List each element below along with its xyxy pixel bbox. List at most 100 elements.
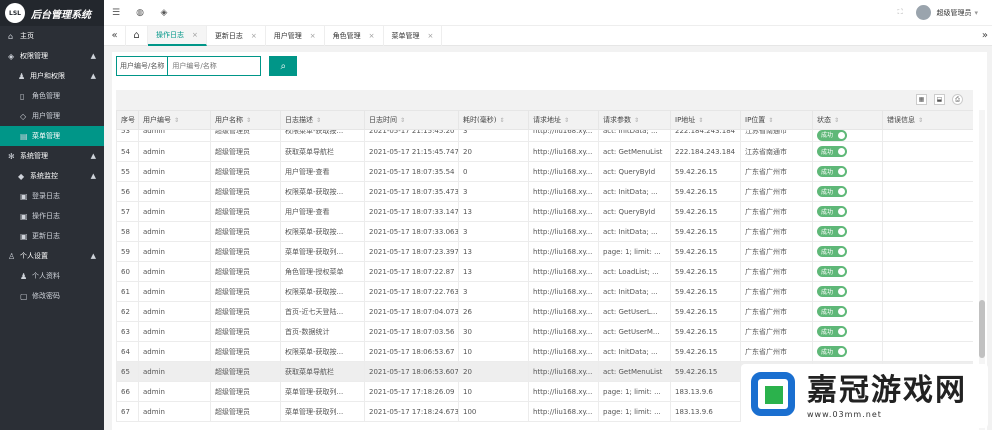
close-icon[interactable]: × (310, 32, 316, 40)
table-cell: act: LoadList; ... (598, 261, 671, 282)
tab-operation-log[interactable]: 操作日志 × (148, 25, 207, 46)
scroll-left-icon[interactable]: « (104, 25, 126, 46)
column-header[interactable]: 序号 (116, 110, 139, 130)
status-toggle[interactable]: 成功 (817, 286, 847, 297)
home-tab-icon[interactable]: ⌂ (126, 25, 148, 46)
table-row[interactable]: 63 admin 超级管理员 首页-数据统计 2021-05-17 18:07:03.5… (116, 321, 973, 342)
column-header[interactable]: 日志时间 ⇕ (364, 110, 459, 130)
column-header[interactable]: IP位置 ⇕ (740, 110, 813, 130)
scrollbar-thumb[interactable] (979, 300, 985, 358)
column-header[interactable]: 请求参数 ⇕ (598, 110, 671, 130)
sidebar-item-login-log[interactable]: ▣ 登录日志 (0, 186, 104, 206)
sort-icon[interactable]: ⇕ (499, 117, 504, 124)
cell-value: 59.42.26.15 (675, 227, 718, 236)
sidebar-item-label: 修改密码 (32, 292, 60, 300)
sort-icon[interactable]: ⇕ (174, 117, 179, 124)
sort-icon[interactable]: ⇕ (634, 117, 639, 124)
tab-menu-management[interactable]: 菜单管理 × (384, 25, 443, 46)
column-header-label: 错误信息 (887, 116, 915, 124)
table-row[interactable]: 57 admin 超级管理员 用户管理-查看 2021-05-17 18:07:33.1… (116, 201, 973, 222)
sidebar-item-home[interactable]: ⌂ 主页 (0, 26, 104, 46)
table-row[interactable]: 61 admin 超级管理员 权限菜单-获取按... 2021-05-17 18:07:… (116, 281, 973, 302)
column-header[interactable]: IP地址 ⇕ (670, 110, 741, 130)
table-cell: 超级管理员 (210, 321, 281, 342)
column-header[interactable]: 请求地址 ⇕ (528, 110, 599, 130)
watermark-url: www.03mm.net (807, 409, 882, 419)
sidebar-item-update-log[interactable]: ▣ 更新日志 (0, 226, 104, 246)
sort-icon[interactable]: ⇕ (564, 117, 569, 124)
print-icon[interactable]: ⎙ (952, 94, 963, 105)
tab-role-management[interactable]: 角色管理 × (325, 25, 384, 46)
column-header[interactable]: 状态 ⇕ (812, 110, 883, 130)
status-toggle[interactable]: 成功 (817, 346, 847, 357)
hamburger-icon[interactable]: ☰ (104, 8, 128, 18)
sidebar-item-operation-log[interactable]: ▣ 操作日志 (0, 206, 104, 226)
sort-icon[interactable]: ⇕ (834, 117, 839, 124)
cell-value: http://liu168.xy... (533, 327, 593, 336)
table-cell: 0 (458, 161, 529, 182)
table-row[interactable]: 59 admin 超级管理员 菜单管理-获取列... 2021-05-17 18:07:… (116, 241, 973, 262)
sort-icon[interactable]: ⇕ (316, 117, 321, 124)
column-header[interactable]: 耗时(毫秒) ⇕ (458, 110, 529, 130)
column-header[interactable]: 日志描述 ⇕ (280, 110, 365, 130)
sidebar-item-profile[interactable]: ♟ 个人资料 (0, 266, 104, 286)
table-row[interactable]: 60 admin 超级管理员 角色管理-授权菜单 2021-05-17 18:07:22… (116, 261, 973, 282)
tab-update-log[interactable]: 更新日志 × (207, 25, 266, 46)
status-toggle[interactable]: 成功 (817, 186, 847, 197)
scroll-right-icon[interactable]: » (982, 30, 988, 41)
table-cell: http://liu168.xy... (528, 281, 599, 302)
status-toggle[interactable]: 成功 (817, 226, 847, 237)
column-header[interactable]: 错误信息 ⇕ (882, 110, 973, 130)
layers-icon[interactable]: ◈ (152, 8, 176, 18)
sidebar: LSL 后台管理系统 ⌂ 主页 ◈ 权限管理 ▲ ♟ 用户和权限 ▲ ▯ 角色管理 ◇ 用户管… (0, 0, 104, 430)
close-icon[interactable]: × (251, 32, 257, 40)
status-toggle[interactable]: 成功 (817, 266, 847, 277)
user-menu[interactable]: ⛶ 超级管理员 ▾ (898, 5, 978, 20)
export-icon[interactable]: ⬓ (934, 94, 945, 105)
cell-value: 55 (121, 167, 130, 176)
sidebar-item-monitor[interactable]: ◆ 系统监控 ▲ (0, 166, 104, 186)
table-row[interactable]: 55 admin 超级管理员 用户管理-查看 2021-05-17 18:07:35.5… (116, 161, 973, 182)
close-icon[interactable]: × (428, 32, 434, 40)
sidebar-item-personal[interactable]: ♙ 个人设置 ▲ (0, 246, 104, 266)
sort-icon[interactable]: ⇕ (918, 117, 923, 124)
table-row[interactable]: 54 admin 超级管理员 获取菜单导航栏 2021-05-17 21:15:45.7… (116, 141, 973, 162)
status-toggle[interactable]: 成功 (817, 326, 847, 337)
sort-icon[interactable]: ⇕ (400, 117, 405, 124)
table-cell: http://liu168.xy... (528, 221, 599, 242)
status-toggle[interactable]: 成功 (817, 146, 847, 157)
sidebar-item-permissions[interactable]: ◈ 权限管理 ▲ (0, 46, 104, 66)
globe-icon[interactable]: ◍ (128, 8, 152, 18)
table-cell (882, 341, 973, 362)
table-cell: 权限菜单-获取按... (280, 281, 365, 302)
table-row[interactable]: 64 admin 超级管理员 权限菜单-获取按... 2021-05-17 18:06:… (116, 341, 973, 362)
sort-icon[interactable]: ⇕ (246, 117, 251, 124)
status-toggle[interactable]: 成功 (817, 130, 847, 141)
sidebar-item-roles[interactable]: ▯ 角色管理 (0, 86, 104, 106)
status-toggle[interactable]: 成功 (817, 166, 847, 177)
close-icon[interactable]: × (369, 32, 375, 40)
status-toggle[interactable]: 成功 (817, 246, 847, 257)
search-input[interactable] (167, 56, 262, 76)
fullscreen-icon[interactable]: ⛶ (898, 8, 903, 17)
columns-icon[interactable]: ▦ (916, 94, 927, 105)
tab-user-management[interactable]: 用户管理 × (266, 25, 325, 46)
status-toggle[interactable]: 成功 (817, 306, 847, 317)
sort-icon[interactable]: ⇕ (768, 117, 773, 124)
sidebar-item-system[interactable]: ✻ 系统管理 ▲ (0, 146, 104, 166)
table-row[interactable]: 53 admin 超级管理员 权限菜单-获取按... 2021-05-17 21:15:… (116, 129, 973, 142)
sidebar-item-users-and-permissions[interactable]: ♟ 用户和权限 ▲ (0, 66, 104, 86)
column-header[interactable]: 用户编号 ⇕ (138, 110, 211, 130)
search-button[interactable]: ⌕ (269, 56, 298, 76)
cell-value: act: GetMenuList (603, 147, 663, 156)
sidebar-item-users[interactable]: ◇ 用户管理 (0, 106, 104, 126)
table-row[interactable]: 58 admin 超级管理员 权限菜单-获取按... 2021-05-17 18:07:… (116, 221, 973, 242)
close-icon[interactable]: × (192, 31, 198, 39)
sidebar-item-change-password[interactable]: ▢ 修改密码 (0, 286, 104, 306)
column-header[interactable]: 用户名称 ⇕ (210, 110, 281, 130)
table-row[interactable]: 62 admin 超级管理员 首页-近七天登陆... 2021-05-17 18:07:… (116, 301, 973, 322)
sort-icon[interactable]: ⇕ (698, 117, 703, 124)
table-row[interactable]: 56 admin 超级管理员 权限菜单-获取按... 2021-05-17 18:07:… (116, 181, 973, 202)
status-toggle[interactable]: 成功 (817, 206, 847, 217)
sidebar-item-menus[interactable]: ▤ 菜单管理 (0, 126, 104, 146)
